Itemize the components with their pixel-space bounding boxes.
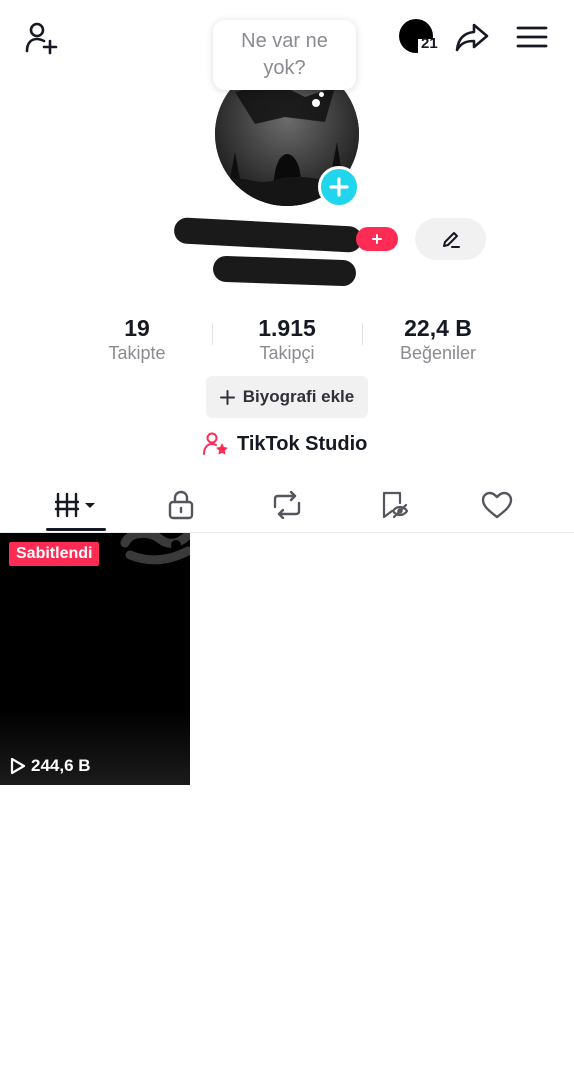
pencil-icon	[442, 232, 460, 248]
redacted-username	[212, 255, 357, 287]
following-count: 19	[124, 315, 150, 341]
person-plus-icon	[25, 22, 58, 55]
note-line-2: yok?	[263, 57, 306, 79]
bubble-tail	[312, 99, 320, 107]
lock-icon	[168, 490, 194, 520]
tab-videos[interactable]	[19, 478, 133, 532]
note-line-1: Ne var ne	[241, 30, 328, 52]
video-grid-icon	[54, 492, 95, 518]
plus-small-icon	[372, 234, 382, 244]
repost-icon	[273, 491, 301, 519]
stat-following[interactable]: 19 Takipte	[67, 314, 207, 364]
tab-private[interactable]	[124, 478, 238, 532]
stat-divider	[212, 323, 213, 345]
plus-icon	[219, 389, 235, 405]
add-photo-button[interactable]	[318, 166, 360, 208]
pinned-badge: Sabitlendi	[9, 542, 100, 566]
stat-followers[interactable]: 1.915 Takipçi	[217, 314, 357, 364]
note-bubble[interactable]: Ne var ne yok?	[213, 20, 356, 90]
view-count: 244,6 B	[10, 756, 91, 776]
view-count-label: 244,6 B	[31, 756, 91, 775]
tab-favorites[interactable]	[337, 478, 451, 532]
add-bio-label: Biyografi ekle	[242, 387, 355, 406]
profile-tabs	[0, 478, 574, 533]
video-thumbnail-image	[0, 533, 190, 785]
following-label: Takipte	[108, 343, 166, 363]
likes-label: Beğeniler	[399, 343, 477, 363]
play-icon	[10, 757, 26, 775]
active-tab-indicator	[46, 528, 106, 531]
likes-count: 22,4 B	[404, 315, 472, 341]
hamburger-menu-icon	[516, 26, 548, 48]
stat-likes[interactable]: 22,4 B Beğeniler	[368, 314, 508, 364]
share-button[interactable]	[451, 16, 493, 58]
tiktok-studio-link[interactable]: TikTok Studio	[203, 431, 367, 457]
stat-divider	[362, 323, 363, 345]
menu-button[interactable]	[510, 16, 554, 58]
person-star-icon	[203, 432, 228, 455]
edit-profile-button[interactable]	[415, 218, 486, 260]
followers-label: Takipçi	[259, 343, 315, 363]
followers-count: 1.915	[258, 315, 316, 341]
tab-reposts[interactable]	[230, 478, 344, 532]
tab-liked[interactable]	[440, 478, 554, 532]
bookmark-hidden-icon	[382, 491, 409, 519]
plus-icon	[329, 177, 349, 197]
name-badge	[356, 227, 398, 251]
notifications-button[interactable]: 21	[392, 16, 442, 56]
video-thumbnail[interactable]	[0, 533, 190, 785]
share-arrow-icon	[455, 23, 489, 52]
add-bio-button[interactable]: Biyografi ekle	[206, 376, 368, 418]
heart-icon	[481, 491, 513, 519]
add-friend-button[interactable]	[18, 14, 64, 60]
notification-count: 21	[421, 35, 438, 52]
tiktok-studio-label: TikTok Studio	[237, 432, 368, 455]
redacted-name	[173, 217, 363, 253]
bubble-tail-small	[319, 92, 324, 97]
